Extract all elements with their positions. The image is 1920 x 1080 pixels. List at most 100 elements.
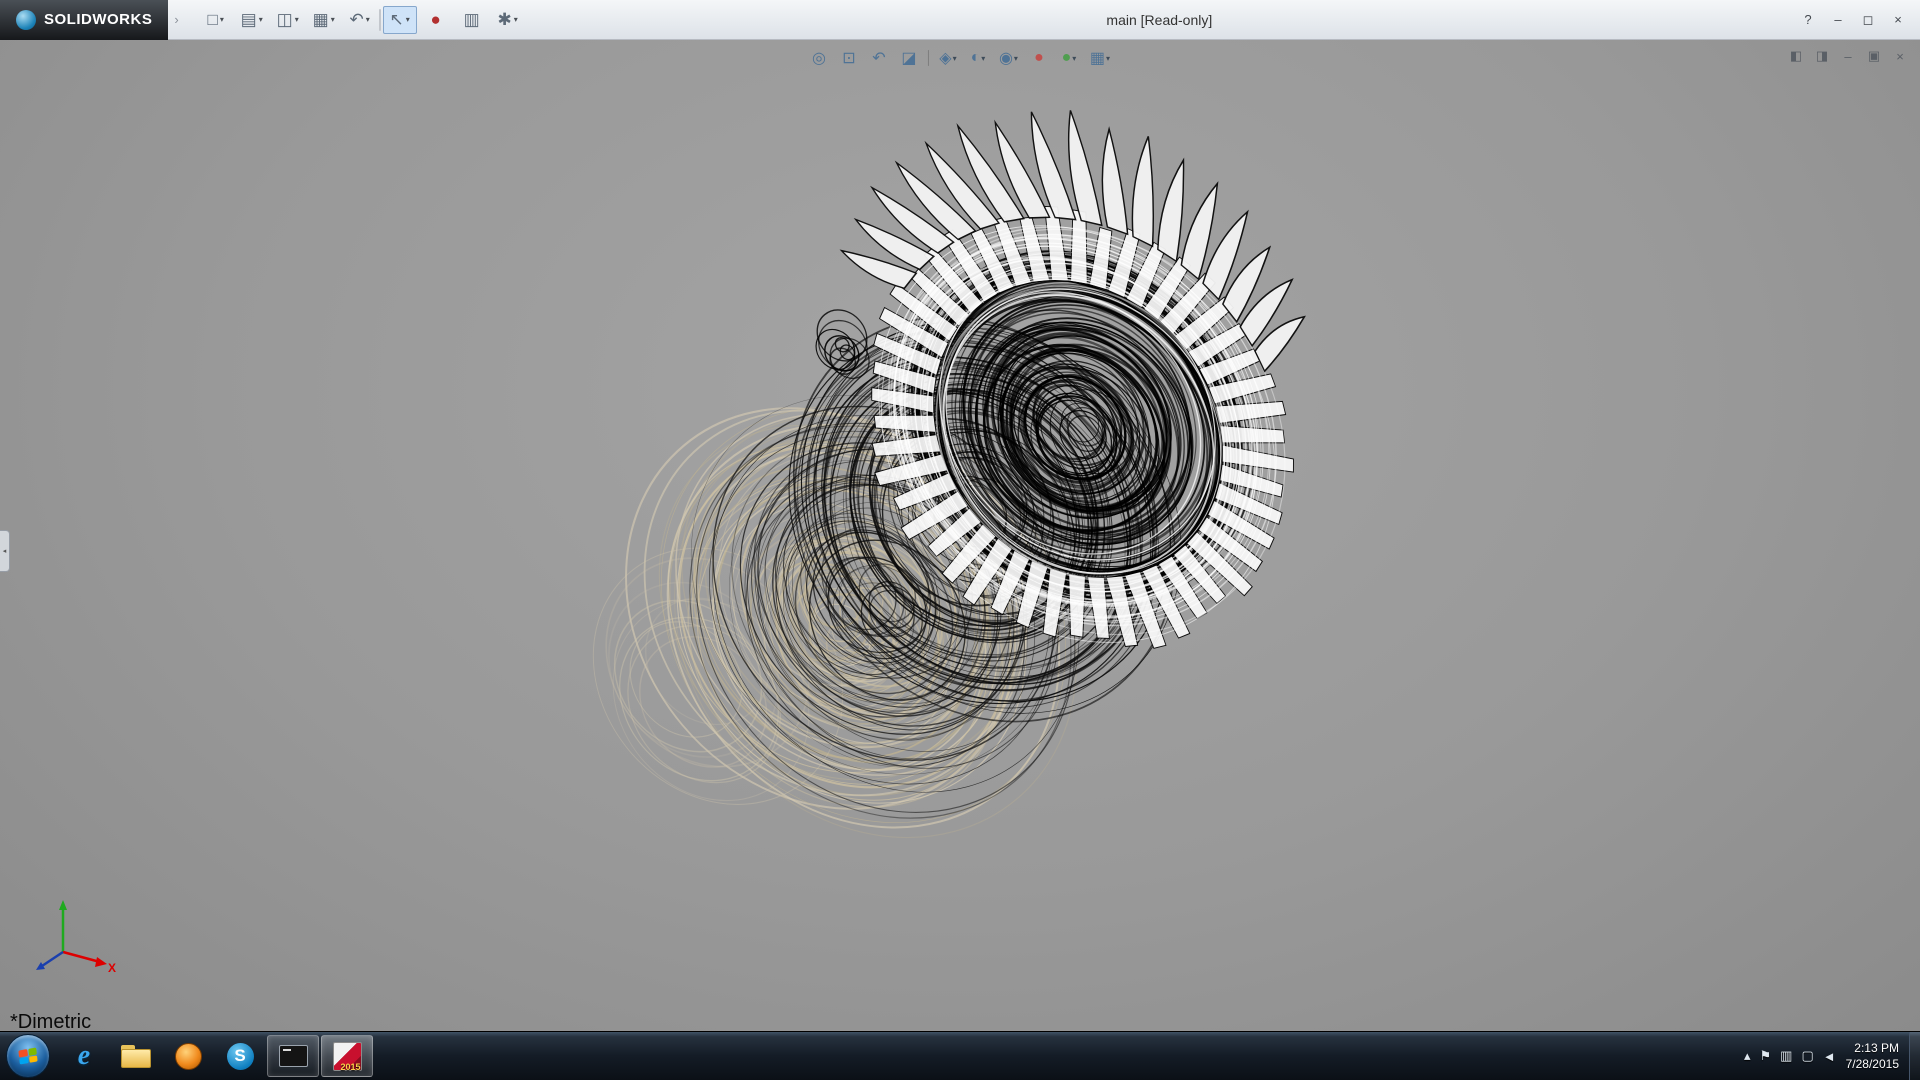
document-control-icon: ▣ [1868, 48, 1880, 64]
print-button[interactable]: ▦ ▾ [307, 6, 341, 34]
file-properties-button[interactable]: ▥ [455, 6, 489, 34]
folder-icon [121, 1045, 151, 1068]
taskbar-item-solidworks[interactable]: 2015 [321, 1035, 373, 1077]
toolbar-icon: ● [431, 11, 441, 28]
dropdown-arrow-icon: ▾ [514, 15, 518, 24]
maximize-button[interactable]: ◻ [1854, 9, 1882, 31]
open-button[interactable]: ▤ ▾ [235, 6, 269, 34]
undo-button[interactable]: ↶ ▾ [343, 6, 377, 34]
dropdown-arrow-icon: ▾ [953, 54, 957, 63]
brand-label: SOLIDWORKS [44, 11, 152, 28]
network-display-icon[interactable]: ▢ [1801, 1048, 1813, 1064]
taskbar-item-internet-explorer[interactable]: e [58, 1032, 110, 1080]
tile-right-pane-button[interactable]: ◨ [1812, 46, 1832, 66]
zoom-to-fit-button[interactable]: ◎ [808, 46, 830, 70]
clock-date: 7/28/2015 [1846, 1056, 1899, 1072]
toolbar-icon: ▥ [464, 11, 480, 28]
show-desktop-button[interactable] [1909, 1032, 1920, 1080]
dropdown-arrow-icon: ▾ [1014, 54, 1018, 63]
engine-wireframe-model [0, 40, 1920, 1031]
reference-triad: X [18, 894, 118, 989]
solidworks-icon: 2015 [333, 1042, 362, 1071]
main-toolbar: □ ▾ ▤ ▾ ◫ ▾ ▦ ▾ ↶ ▾ ↖ ▾ ● [199, 6, 525, 34]
document-control-icon: – [1844, 49, 1851, 64]
tray-expand-button[interactable]: ▴ [1744, 1048, 1751, 1064]
dropdown-arrow-icon: ▾ [220, 15, 224, 24]
toolbar-icon: ↶ [350, 11, 364, 28]
tray-icon-glyph: ▴ [1744, 1048, 1751, 1063]
tray-icon-glyph: ◄ [1823, 1049, 1836, 1064]
hud-icon: ◪ [901, 48, 916, 68]
tile-left-pane-button[interactable]: ◧ [1786, 46, 1806, 66]
dassault-systemes-logo-icon [16, 10, 36, 30]
device-icon[interactable]: ▥ [1780, 1048, 1792, 1064]
hide-show-items-button[interactable]: ◉ ▾ [997, 46, 1020, 70]
doc-restore-button[interactable]: ▣ [1864, 46, 1884, 66]
toolbar-separator [379, 9, 381, 31]
dropdown-arrow-icon: ▾ [981, 54, 985, 63]
view-orientation-button[interactable]: ◈ ▾ [937, 46, 959, 70]
view-settings-button[interactable]: ▦ ▾ [1088, 46, 1112, 70]
feature-manager-collapse-handle[interactable]: ◂ [0, 530, 10, 572]
doc-minimize-button[interactable]: – [1838, 46, 1858, 66]
document-control-icon: ◧ [1790, 48, 1802, 64]
menu-expand-chevron-icon[interactable]: › [168, 12, 184, 27]
window-title: main [Read-only] [525, 12, 1794, 28]
document-control-icon: × [1896, 49, 1904, 64]
clock-time: 2:13 PM [1854, 1040, 1899, 1056]
hud-icon: ↶ [872, 48, 885, 68]
dropdown-arrow-icon: ▾ [1106, 54, 1110, 63]
toolbar-icon: ◫ [277, 11, 293, 28]
rebuild-button[interactable]: ● [419, 6, 453, 34]
section-view-button[interactable]: ◪ [898, 46, 920, 70]
dropdown-arrow-icon: ▾ [1072, 54, 1076, 63]
close-button[interactable]: × [1884, 9, 1912, 31]
tray-icon-glyph: ⚑ [1759, 1048, 1771, 1063]
dropdown-arrow-icon: ▾ [406, 15, 410, 24]
dropdown-arrow-icon: ▾ [331, 15, 335, 24]
solidworks-menu-button[interactable]: SOLIDWORKS [0, 0, 168, 40]
help-button[interactable]: ? [1794, 9, 1822, 31]
taskbar-item-command-prompt[interactable] [267, 1035, 319, 1077]
start-button[interactable] [6, 1034, 50, 1078]
action-center-flag-icon[interactable]: ⚑ [1759, 1048, 1771, 1064]
dropdown-arrow-icon: ▾ [295, 15, 299, 24]
heads-up-view-toolbar: ◎ ⊡ ↶ ◪ ◈ ▾ ◐ ▾ ◉ ▾ [808, 46, 1112, 70]
doc-close-button[interactable]: × [1890, 46, 1910, 66]
window-control-icon: ◻ [1863, 12, 1874, 28]
window-control-icon: – [1834, 12, 1841, 27]
save-button[interactable]: ◫ ▾ [271, 6, 305, 34]
collapse-arrow-icon: ◂ [3, 547, 7, 555]
options-button[interactable]: ✱ ▾ [491, 6, 525, 34]
dropdown-arrow-icon: ▾ [259, 15, 263, 24]
toolbar-icon: ✱ [498, 11, 512, 28]
hud-icon: ▦ [1090, 48, 1105, 68]
select-tool-button[interactable]: ↖ ▾ [383, 6, 417, 34]
toolbar-icon: ▦ [313, 11, 329, 28]
hud-icon: ◉ [999, 48, 1013, 68]
system-tray: ▴ ⚑ ▥ ▢ ◄ [1734, 1032, 1846, 1080]
taskbar-clock[interactable]: 2:13 PM 7/28/2015 [1846, 1032, 1909, 1080]
taskbar-item-media-player[interactable] [162, 1032, 214, 1080]
minimize-button[interactable]: – [1824, 9, 1852, 31]
document-control-icon: ◨ [1816, 48, 1828, 64]
graphics-viewport[interactable]: ◎ ⊡ ↶ ◪ ◈ ▾ ◐ ▾ ◉ ▾ [0, 40, 1920, 1031]
windows-flag-icon [18, 1047, 37, 1064]
window-control-icon: ? [1804, 12, 1811, 27]
taskbar: e S 2015 ▴ ⚑ ▥ [0, 1031, 1920, 1080]
apply-scene-button[interactable]: ● ▾ [1058, 46, 1080, 70]
taskbar-item-skype[interactable]: S [214, 1032, 266, 1080]
media-player-icon [175, 1043, 202, 1070]
new-document-button[interactable]: □ ▾ [199, 6, 233, 34]
tray-icon-glyph: ▥ [1780, 1048, 1792, 1063]
previous-view-button[interactable]: ↶ [868, 46, 890, 70]
titlebar: SOLIDWORKS › □ ▾ ▤ ▾ ◫ ▾ ▦ ▾ ↶ ▾ [0, 0, 1920, 40]
display-style-button[interactable]: ◐ ▾ [967, 46, 989, 70]
zoom-to-area-button[interactable]: ⊡ [838, 46, 860, 70]
tray-icon-glyph: ▢ [1801, 1048, 1813, 1063]
document-window-controls: ◧ ◨ – ▣ × [1786, 46, 1910, 66]
internet-explorer-icon: e [78, 1040, 90, 1072]
edit-appearance-button[interactable]: ● [1028, 46, 1050, 70]
taskbar-item-windows-explorer[interactable] [110, 1032, 162, 1080]
volume-icon[interactable]: ◄ [1823, 1049, 1836, 1064]
